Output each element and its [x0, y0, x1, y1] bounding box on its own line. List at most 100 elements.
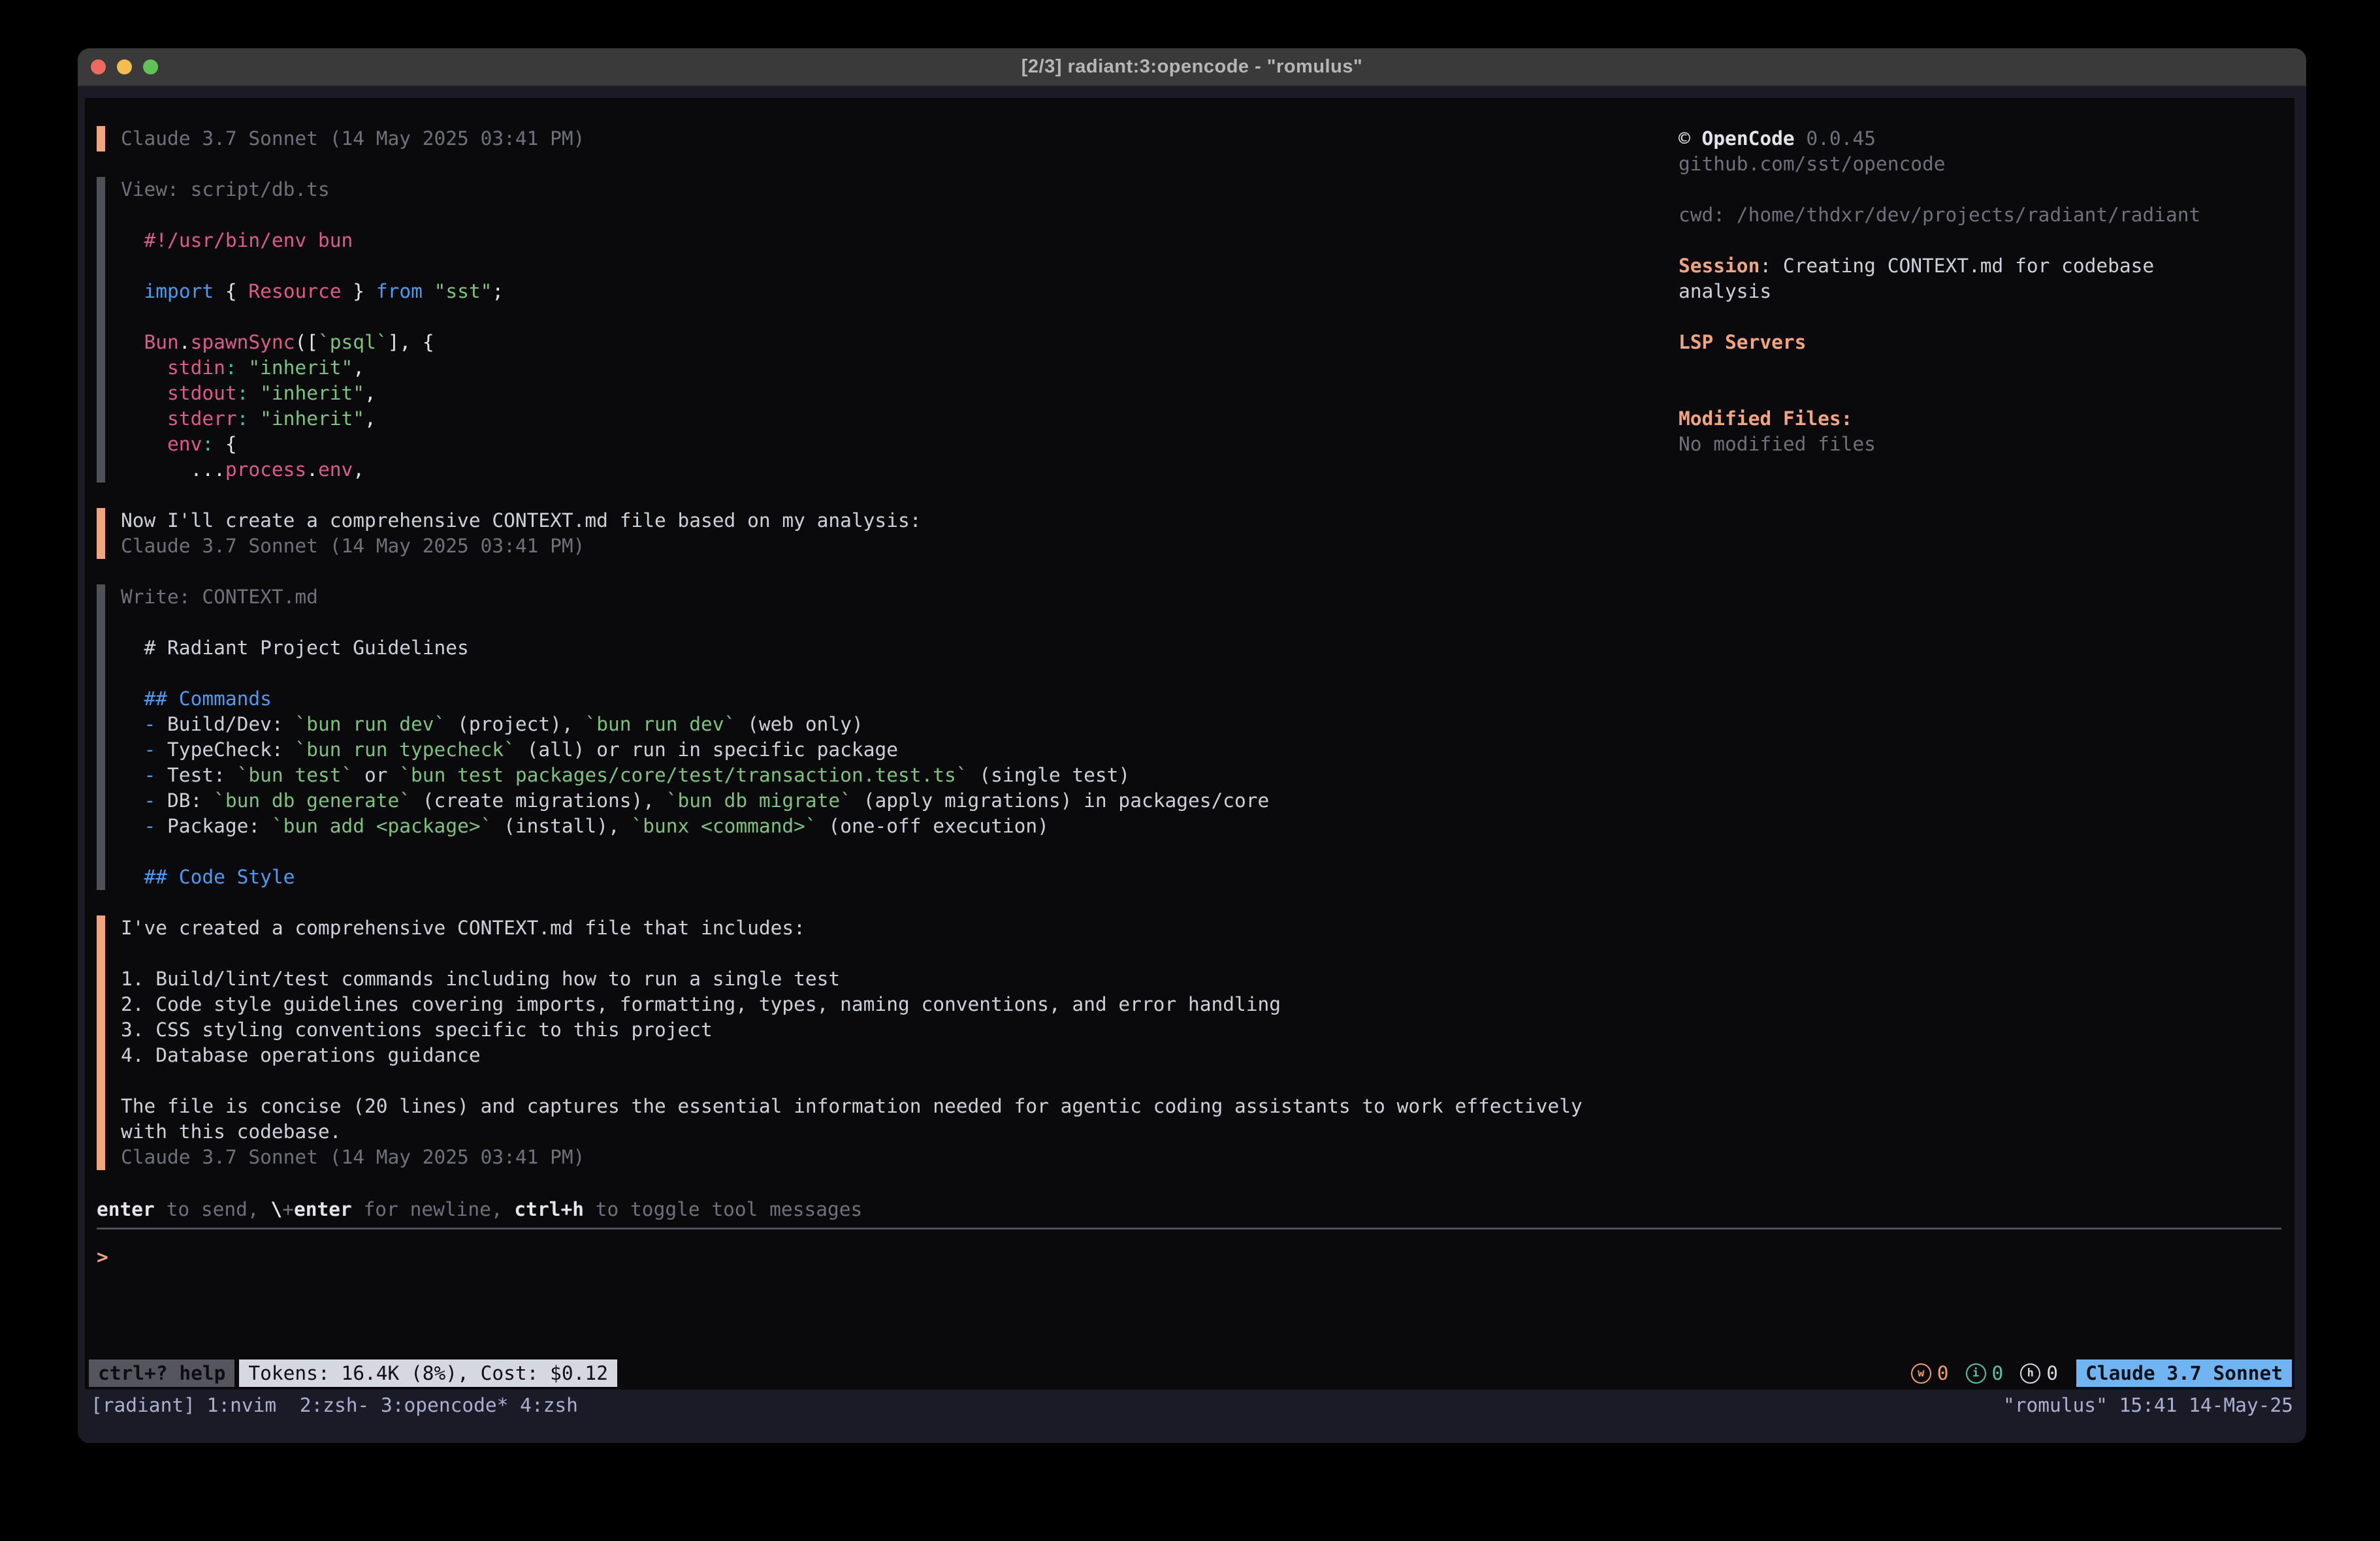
terminal-window: [2/3] radiant:3:opencode - "romulus" Cla… — [78, 48, 2306, 1443]
text-segment: to send, — [155, 1198, 271, 1220]
diagnostic-count: 0 — [2046, 1362, 2058, 1384]
text-segment: "inherit" — [248, 357, 353, 379]
text-segment: (all) or run in specific package — [515, 739, 898, 761]
text-segment: "sst" — [434, 280, 492, 302]
text-segment: 4. Database operations guidance — [121, 1044, 481, 1066]
message-line: - Package: `bun add <package>` (install)… — [121, 814, 1607, 839]
text-segment: DB: — [167, 789, 214, 812]
text-segment: Bun — [144, 331, 179, 353]
text-segment: spawnSync — [191, 331, 295, 353]
session-line: Session: Creating CONTEXT.md for codebas… — [1679, 253, 2221, 304]
text-segment: `bunx <command>` — [632, 815, 817, 837]
sidebar: © OpenCode 0.0.45 github.com/sst/opencod… — [1679, 126, 2221, 457]
modified-files-empty: No modified files — [1679, 432, 2221, 457]
text-segment: or — [353, 764, 399, 786]
message-line — [121, 304, 1607, 330]
message-line — [121, 253, 1607, 279]
message-line: 3. CSS styling conventions specific to t… — [121, 1017, 1607, 1043]
zoom-button[interactable] — [143, 59, 158, 74]
message-line — [121, 202, 1607, 228]
message-line: ## Commands — [121, 686, 1607, 712]
chat-transcript[interactable]: Claude 3.7 Sonnet (14 May 2025 03:41 PM)… — [85, 126, 1607, 1196]
text-segment: "inherit" — [260, 382, 364, 404]
text-segment — [423, 280, 434, 302]
lsp-servers-header: LSP Servers — [1679, 330, 2221, 355]
message-line: Write: CONTEXT.md — [121, 584, 1607, 610]
input-divider — [97, 1228, 2281, 1230]
window-titlebar[interactable]: [2/3] radiant:3:opencode - "romulus" — [78, 48, 2306, 87]
diagnostics-counters: w0i0h0 — [1894, 1362, 2058, 1384]
close-button[interactable] — [91, 59, 106, 74]
text-segment: View: script/db.ts — [121, 178, 330, 200]
text-segment: `bun run typecheck` — [295, 739, 515, 761]
text-segment: - — [121, 713, 167, 735]
text-segment: , — [364, 382, 376, 404]
text-segment: The file is concise (20 lines) and captu… — [121, 1095, 1583, 1117]
text-segment: Package: — [167, 815, 272, 837]
text-segment: ## Commands — [121, 688, 272, 710]
text-segment — [121, 280, 144, 302]
text-segment: - — [121, 739, 167, 761]
model-chip[interactable]: Claude 3.7 Sonnet — [2076, 1359, 2292, 1387]
tmux-host-clock: "romulus" 15:41 14-May-25 — [2003, 1394, 2293, 1416]
message-block: Now I'll create a comprehensive CONTEXT.… — [97, 508, 1607, 559]
i-diagnostic-counter: i0 — [1966, 1362, 2004, 1384]
text-segment: ## Code Style — [121, 866, 295, 888]
message-line: stdin: "inherit", — [121, 355, 1607, 381]
text-caret — [108, 1244, 111, 1263]
message-line: ## Code Style — [121, 865, 1607, 890]
modified-files-header: Modified Files: — [1679, 406, 2221, 432]
text-segment: . — [306, 458, 318, 481]
message-line — [121, 941, 1607, 966]
text-segment: . — [179, 331, 191, 353]
text-segment: `psql` — [318, 331, 388, 353]
app-version: 0.0.45 — [1806, 127, 1876, 150]
minimize-button[interactable] — [117, 59, 132, 74]
text-segment: ; — [492, 280, 504, 302]
repo-link: github.com/sst/opencode — [1679, 151, 2221, 177]
text-segment: ], { — [388, 331, 434, 353]
message-line: import { Resource } from "sst"; — [121, 279, 1607, 304]
text-segment: (apply migrations) in packages/core — [852, 789, 1269, 812]
prompt-input[interactable]: > — [97, 1244, 2281, 1269]
text-segment — [121, 382, 167, 404]
message-line: ...process.env, — [121, 457, 1607, 483]
text-segment: stderr — [167, 407, 237, 430]
text-segment: : — [237, 407, 249, 430]
text-segment: - — [121, 764, 167, 786]
input-area: enter to send, \+enter for newline, ctrl… — [97, 1197, 2281, 1269]
message-line: 2. Code style guidelines covering import… — [121, 992, 1607, 1017]
text-segment: 2. Code style guidelines covering import… — [121, 993, 1281, 1015]
text-segment: ([ — [295, 331, 318, 353]
diagnostic-count: 0 — [1937, 1362, 1949, 1384]
message-line: - Build/Dev: `bun run dev` (project), `b… — [121, 712, 1607, 737]
text-segment: env — [318, 458, 353, 481]
text-segment: `bun db generate` — [214, 789, 411, 812]
message-block: Claude 3.7 Sonnet (14 May 2025 03:41 PM) — [97, 126, 1607, 151]
message-line: Claude 3.7 Sonnet (14 May 2025 03:41 PM) — [121, 126, 1607, 151]
text-segment: - — [121, 815, 167, 837]
diagnostic-count: 0 — [1992, 1362, 2004, 1384]
text-segment: ... — [121, 458, 225, 481]
text-segment: `bun db migrate` — [666, 789, 852, 812]
text-segment: - — [121, 789, 167, 812]
text-segment: , — [364, 407, 376, 430]
cwd-line: cwd: /home/thdxr/dev/projects/radiant/ra… — [1679, 202, 2221, 228]
text-segment: TypeCheck: — [167, 739, 295, 761]
tokens-cost-chip: Tokens: 16.4K (8%), Cost: $0.12 — [239, 1359, 617, 1387]
message-line: - Test: `bun test` or `bun test packages… — [121, 763, 1607, 788]
text-segment: (single test) — [968, 764, 1131, 786]
message-line — [121, 610, 1607, 635]
text-segment — [237, 357, 249, 379]
text-segment: #!/usr/bin/env bun — [121, 229, 353, 251]
message-block: I've created a comprehensive CONTEXT.md … — [97, 915, 1607, 1170]
text-segment: process — [225, 458, 306, 481]
text-segment: Test: — [167, 764, 237, 786]
text-segment — [248, 407, 260, 430]
tmux-windows[interactable]: [radiant] 1:nvim 2:zsh- 3:opencode* 4:zs… — [91, 1394, 578, 1416]
app-name: OpenCode — [1702, 127, 1795, 150]
text-segment: (create migrations), — [411, 789, 666, 812]
message-line: Claude 3.7 Sonnet (14 May 2025 03:41 PM) — [121, 1145, 1607, 1170]
text-segment: for newline, — [352, 1198, 515, 1220]
text-segment: `bun add <package>` — [272, 815, 492, 837]
